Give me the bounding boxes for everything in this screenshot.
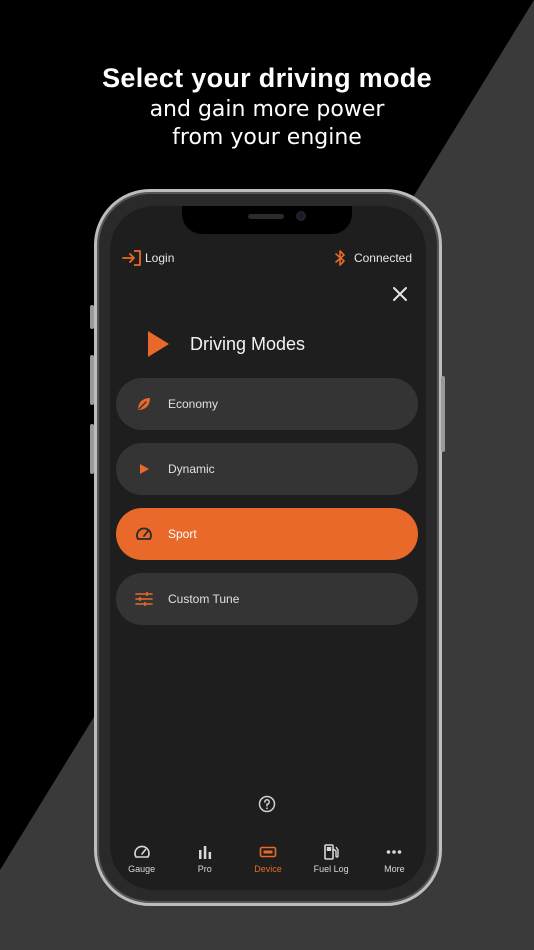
speaker (248, 214, 284, 219)
tab-more[interactable]: More (364, 844, 424, 884)
phone-volume-up (90, 355, 94, 405)
bar-chart-icon (198, 846, 211, 859)
front-camera (296, 211, 306, 221)
notch (182, 206, 352, 234)
more-dots-icon (387, 850, 402, 854)
play-icon (134, 459, 154, 479)
fuel-pump-icon (324, 844, 339, 860)
mode-economy[interactable]: Economy (116, 378, 418, 430)
phone-power-button (441, 376, 445, 452)
mode-label: Custom Tune (168, 592, 240, 606)
tab-label: Pro (197, 864, 212, 874)
device-icon (259, 846, 277, 858)
speedometer-icon (134, 524, 154, 544)
mode-sport[interactable]: Sport (116, 508, 418, 560)
help-icon[interactable] (258, 795, 276, 813)
phone-volume-down (90, 424, 94, 474)
phone-silent-switch (90, 305, 94, 329)
play-icon (148, 331, 169, 357)
tab-pro[interactable]: Pro (175, 844, 235, 884)
gauge-icon (133, 845, 150, 858)
tab-label: More (384, 864, 405, 874)
connection-status[interactable]: Connected (333, 250, 412, 266)
bluetooth-icon (335, 250, 345, 266)
panel-title: Driving Modes (190, 333, 306, 354)
login-icon (122, 250, 141, 266)
mode-label: Sport (168, 527, 197, 541)
bottom-tab-bar: Gauge Pro Device Fuel Log More (110, 844, 426, 884)
headline: Select your driving mode and gain more p… (0, 60, 534, 152)
headline-subtitle-2: from your engine (172, 125, 362, 150)
panel-header: Driving Modes (146, 330, 305, 358)
headline-title: Select your driving mode (102, 63, 432, 93)
tab-label: Device (254, 864, 282, 874)
connection-status-label: Connected (353, 251, 412, 265)
top-bar: Login Connected (122, 248, 412, 268)
close-icon[interactable] (390, 284, 410, 304)
login-label: Login (145, 251, 175, 265)
leaf-icon (134, 394, 154, 414)
app-screen: Login Connected Driving Modes Economy Dy… (110, 206, 426, 890)
mode-label: Dynamic (168, 462, 215, 476)
mode-dynamic[interactable]: Dynamic (116, 443, 418, 495)
tab-label: Fuel Log (313, 864, 349, 874)
tab-gauge[interactable]: Gauge (112, 844, 172, 884)
tab-label: Gauge (128, 864, 156, 874)
mode-custom-tune[interactable]: Custom Tune (116, 573, 418, 625)
headline-subtitle-1: and gain more power (149, 97, 385, 122)
mode-label: Economy (168, 397, 219, 411)
tab-device[interactable]: Device (238, 844, 298, 884)
sliders-icon (134, 589, 154, 609)
login-button[interactable]: Login (122, 250, 174, 266)
tab-fuel-log[interactable]: Fuel Log (301, 844, 361, 884)
